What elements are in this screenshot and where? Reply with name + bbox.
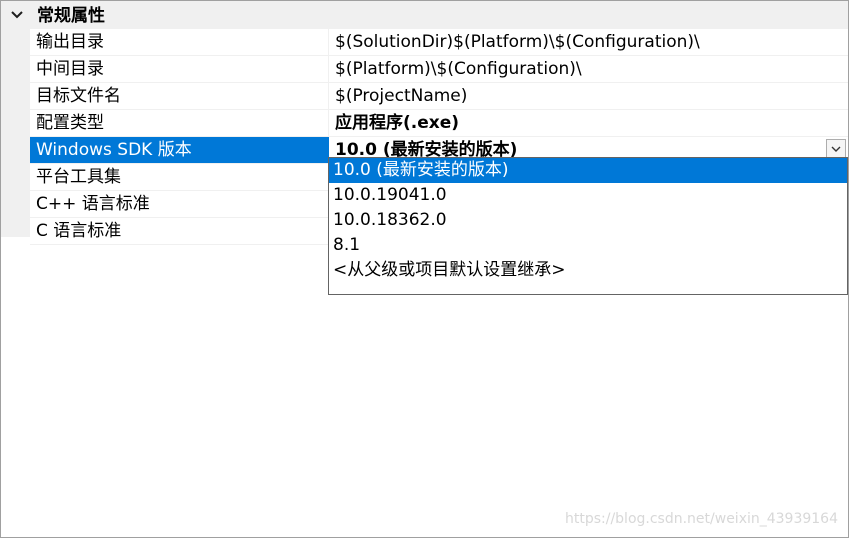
section-header-general[interactable]: 常规属性 (1, 1, 848, 29)
property-name: 输出目录 (30, 29, 329, 55)
chevron-down-icon (831, 146, 841, 152)
dropdown-option[interactable]: 8.1 (329, 233, 847, 258)
property-name: 目标文件名 (30, 83, 329, 109)
dropdown-option[interactable]: 10.0.19041.0 (329, 183, 847, 208)
property-name: C 语言标准 (30, 218, 329, 244)
row-gutter (1, 29, 30, 237)
sdk-version-dropdown-list[interactable]: 10.0 (最新安装的版本) 10.0.19041.0 10.0.18362.0… (328, 157, 848, 295)
property-row-intermediate-dir[interactable]: 中间目录 $(Platform)\$(Configuration)\ (30, 56, 848, 83)
dropdown-button[interactable] (826, 139, 846, 159)
property-value[interactable]: $(Platform)\$(Configuration)\ (330, 56, 848, 82)
section-title: 常规属性 (37, 6, 105, 26)
property-name: C++ 语言标准 (30, 191, 329, 217)
dropdown-option[interactable]: <从父级或项目默认设置继承> (329, 258, 847, 283)
watermark: https://blog.csdn.net/weixin_43939164 (564, 511, 838, 527)
property-value[interactable]: 应用程序(.exe) (330, 110, 848, 136)
property-row-output-dir[interactable]: 输出目录 $(SolutionDir)$(Platform)\$(Configu… (30, 29, 848, 56)
dropdown-option[interactable]: 10.0.18362.0 (329, 208, 847, 233)
property-row-configuration-type[interactable]: 配置类型 应用程序(.exe) (30, 110, 848, 137)
property-name: 配置类型 (30, 110, 329, 136)
property-name: 平台工具集 (30, 164, 329, 190)
chevron-down-icon[interactable] (10, 7, 24, 21)
property-name: Windows SDK 版本 (30, 137, 329, 163)
property-value[interactable]: $(SolutionDir)$(Platform)\$(Configuratio… (330, 29, 848, 55)
property-name: 中间目录 (30, 56, 329, 82)
property-row-target-name[interactable]: 目标文件名 $(ProjectName) (30, 83, 848, 110)
dropdown-option[interactable]: 10.0 (最新安装的版本) (329, 158, 847, 183)
property-value[interactable]: $(ProjectName) (330, 83, 848, 109)
